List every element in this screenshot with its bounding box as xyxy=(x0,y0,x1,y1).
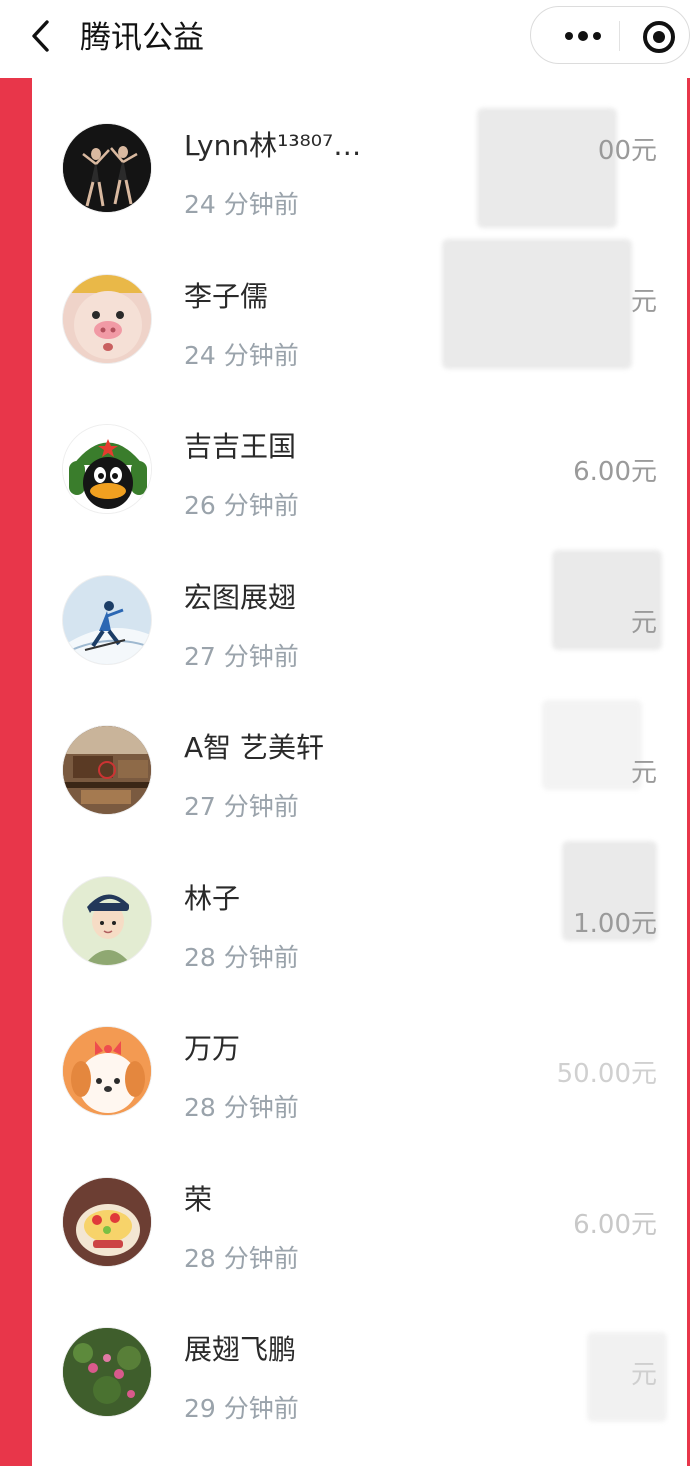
skier-photo-icon xyxy=(63,575,151,664)
avatar xyxy=(62,1327,152,1417)
donation-time: 28 分钟前 xyxy=(184,1243,299,1273)
more-dots-icon xyxy=(565,31,601,41)
donation-time: 26 分钟前 xyxy=(184,491,299,520)
donor-name: 宏图展翅 xyxy=(184,580,297,614)
avatar xyxy=(62,574,152,665)
donation-time: 29 分钟前 xyxy=(184,1394,299,1423)
donation-amount: 元 xyxy=(630,607,657,638)
donation-amount: 1.00元 xyxy=(573,908,657,939)
donation-amount: 元 xyxy=(630,1360,657,1390)
list-item[interactable]: 宏图展翅 27 分钟前 元 xyxy=(32,530,687,681)
redaction-smudge xyxy=(442,238,632,369)
list-item[interactable]: A智 艺美轩 27 分钟前 元 xyxy=(32,680,687,831)
avatar xyxy=(62,273,152,364)
mini-program-capsule xyxy=(530,6,690,64)
left-accent-bar xyxy=(0,78,32,1466)
donation-time: 24 分钟前 xyxy=(184,190,299,219)
donation-amount: 00元 xyxy=(597,136,657,166)
donation-time: 27 分钟前 xyxy=(184,641,299,671)
penguin-cartoon-icon xyxy=(63,425,151,513)
donation-time: 28 分钟前 xyxy=(184,1093,299,1122)
donor-name: 万万 xyxy=(184,1032,241,1065)
donation-list: Lynn林¹³⁸⁰⁷… 24 分钟前 00元 李子儒 24 分钟前 元 吉吉王国… xyxy=(32,78,687,1433)
avatar xyxy=(62,123,152,213)
list-item[interactable]: 荣 28 分钟前 6.00元 xyxy=(32,1132,687,1283)
dancers-photo-icon xyxy=(63,124,151,212)
donation-amount: 6.00元 xyxy=(573,457,657,487)
capsule-divider xyxy=(619,21,620,51)
donation-amount: 6.00元 xyxy=(573,1209,657,1240)
list-item[interactable]: 吉吉王国 26 分钟前 6.00元 xyxy=(32,379,687,530)
donation-time: 27 分钟前 xyxy=(184,792,299,821)
avatar xyxy=(62,1176,152,1267)
navigation-bar: 腾讯公益 xyxy=(0,0,690,78)
donation-amount: 元 xyxy=(630,286,657,317)
redaction-smudge xyxy=(542,700,642,790)
donor-name: 李子儒 xyxy=(184,279,269,313)
donor-name: 林子 xyxy=(184,881,241,915)
avatar xyxy=(62,1026,152,1116)
more-button[interactable] xyxy=(553,19,613,53)
donor-name: A智 艺美轩 xyxy=(184,731,325,764)
donation-amount: 元 xyxy=(630,758,657,788)
puppy-cartoon-icon xyxy=(63,1027,151,1115)
donation-time: 28 分钟前 xyxy=(184,942,299,972)
close-mini-program-button[interactable] xyxy=(639,17,679,57)
redaction-smudge xyxy=(477,108,617,228)
list-item[interactable]: Lynn林¹³⁸⁰⁷… 24 分钟前 00元 xyxy=(32,78,687,229)
donor-name: 荣 xyxy=(184,1182,213,1216)
pig-filter-photo-icon xyxy=(63,274,151,363)
donation-amount: 50.00元 xyxy=(556,1059,657,1089)
list-item[interactable]: 李子儒 24 分钟前 元 xyxy=(32,229,687,380)
donation-time: 24 分钟前 xyxy=(184,340,299,370)
chevron-left-icon xyxy=(32,20,49,52)
list-item[interactable]: 万万 28 分钟前 50.00元 xyxy=(32,981,687,1132)
target-close-icon xyxy=(643,21,675,53)
list-item[interactable]: 展翅飞鹏 29 分钟前 元 xyxy=(32,1282,687,1433)
flowers-photo-icon xyxy=(63,1328,151,1416)
page-title: 腾讯公益 xyxy=(80,20,204,56)
boy-cartoon-icon xyxy=(63,876,151,965)
list-item[interactable]: 林子 28 分钟前 1.00元 xyxy=(32,831,687,982)
avatar xyxy=(62,424,152,514)
avatar xyxy=(62,875,152,966)
back-button[interactable] xyxy=(24,16,56,56)
donor-name: Lynn林¹³⁸⁰⁷… xyxy=(184,129,362,162)
donor-name: 吉吉王国 xyxy=(184,430,297,463)
cake-photo-icon xyxy=(63,1177,151,1266)
avatar xyxy=(62,725,152,815)
furniture-photo-icon xyxy=(63,726,151,814)
donor-name: 展翅飞鹏 xyxy=(184,1333,297,1366)
